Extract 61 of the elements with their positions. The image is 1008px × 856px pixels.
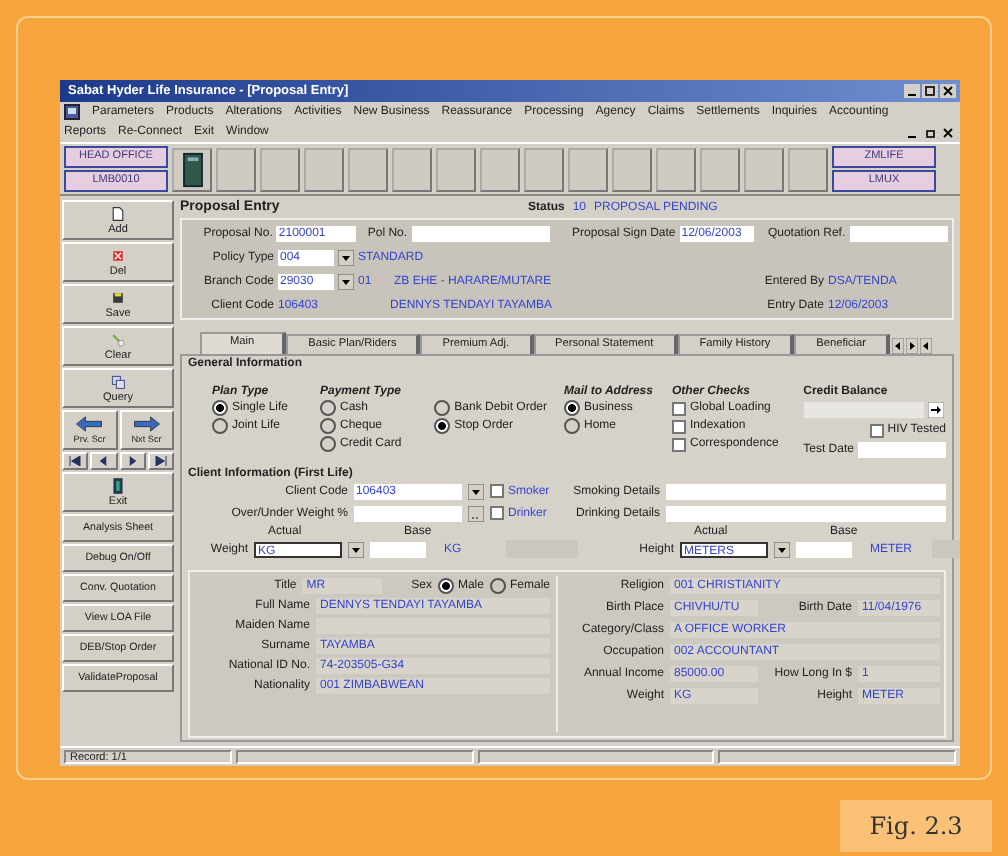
- door-icon: [110, 477, 126, 493]
- dropdown-button[interactable]: [338, 273, 354, 289]
- delete-icon: [110, 247, 126, 263]
- radio-button[interactable]: [434, 418, 451, 434]
- restore-icon[interactable]: [922, 125, 938, 139]
- dropdown-button[interactable]: [774, 541, 790, 557]
- drinking-details-field[interactable]: [666, 505, 946, 521]
- checkbox[interactable]: [672, 437, 686, 451]
- weight-percent-field[interactable]: [354, 505, 462, 521]
- tab-scroll-icon[interactable]: [920, 338, 932, 354]
- policy-number-field[interactable]: [411, 225, 550, 241]
- amount-field[interactable]: [370, 541, 426, 557]
- save-icon: [110, 289, 126, 305]
- maximize-icon[interactable]: [922, 84, 938, 98]
- credit-balance-field[interactable]: [803, 402, 924, 418]
- amount-field[interactable]: [796, 541, 852, 557]
- ellipsis-button[interactable]: [468, 505, 484, 521]
- book-icon: [181, 151, 203, 187]
- right-arrow-icon: [131, 416, 162, 432]
- checkbox[interactable]: [672, 401, 686, 415]
- radio-button[interactable]: [564, 400, 580, 416]
- radio-button[interactable]: [320, 436, 336, 452]
- broom-icon: [110, 331, 126, 347]
- checkbox[interactable]: [490, 484, 504, 498]
- radio-button[interactable]: [437, 577, 454, 593]
- record-nav-button[interactable]: [119, 452, 146, 470]
- dropdown-button[interactable]: [338, 249, 354, 265]
- checkbox[interactable]: [869, 423, 884, 437]
- dropdown-button[interactable]: [348, 541, 364, 557]
- smoking-details-field[interactable]: [666, 483, 946, 499]
- radio-button[interactable]: [320, 400, 336, 416]
- record-nav-button[interactable]: [62, 452, 89, 470]
- radio-button[interactable]: [434, 400, 451, 416]
- radio-button[interactable]: [320, 418, 336, 434]
- left-arrow-icon: [74, 416, 105, 432]
- right-arrow-icon[interactable]: [927, 402, 944, 418]
- radio-button[interactable]: [212, 418, 228, 434]
- radio-button[interactable]: [564, 418, 580, 434]
- checkbox[interactable]: [672, 419, 686, 433]
- dropdown-button[interactable]: [468, 483, 484, 499]
- checkbox[interactable]: [490, 506, 504, 520]
- left-arrow-icon: [68, 456, 83, 466]
- right-arrow-icon: [153, 456, 168, 466]
- query-icon: [110, 373, 126, 389]
- radio-button[interactable]: [212, 400, 228, 416]
- minimize-icon[interactable]: [904, 84, 920, 98]
- close-icon[interactable]: [940, 84, 956, 98]
- figure-caption: Fig. 2.3: [840, 800, 992, 852]
- tab-scroll-icon[interactable]: [892, 338, 904, 354]
- right-arrow-icon: [125, 456, 140, 466]
- toolbar-button[interactable]: [172, 147, 212, 191]
- record-nav-button[interactable]: [147, 452, 174, 470]
- test-date-field[interactable]: [858, 442, 946, 458]
- app-icon[interactable]: [64, 104, 80, 120]
- page-icon: [110, 205, 126, 221]
- tab-scroll-icon[interactable]: [906, 338, 918, 354]
- quotation-ref-field[interactable]: [849, 225, 948, 241]
- left-arrow-icon: [96, 456, 111, 466]
- close-icon[interactable]: [940, 125, 956, 139]
- radio-button[interactable]: [489, 577, 506, 593]
- record-nav-button[interactable]: [90, 452, 117, 470]
